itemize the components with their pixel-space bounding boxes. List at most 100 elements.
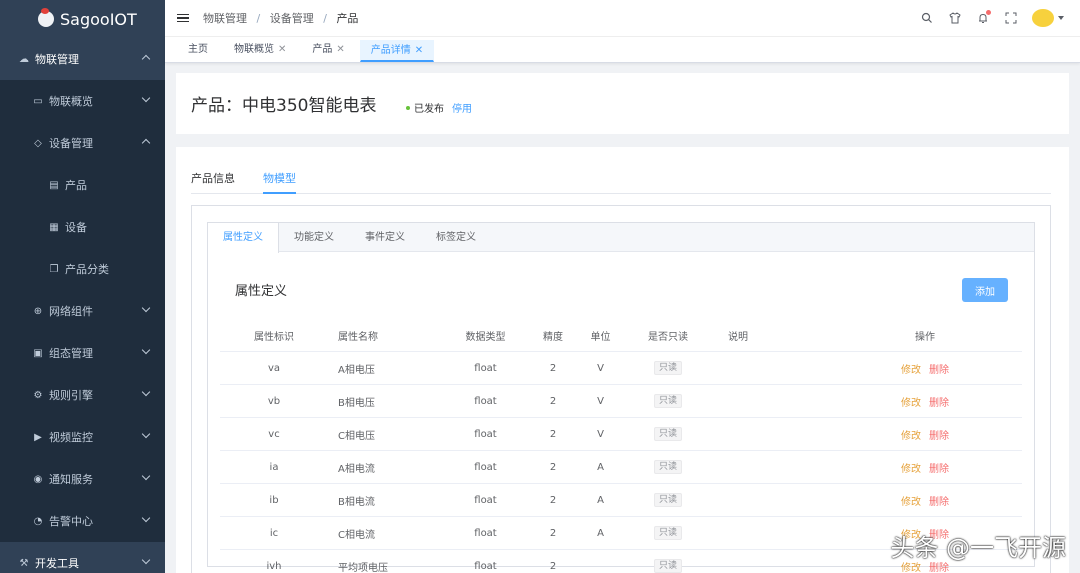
column-header: 属性名称 [338, 331, 378, 343]
table-cell: 2 [549, 560, 557, 572]
search-icon[interactable] [920, 11, 934, 25]
sidebar: SagooIOT ☁ 物联管理 ▭ 物联概览 ◇ 设备管理 ▤ 产品 ▦ 设备 ❐ 产品分类 ⊕ 网络组件… [0, 0, 165, 573]
column-header: 单位 [590, 331, 611, 343]
delete-link[interactable]: 删除 [929, 497, 949, 508]
sidebar-item[interactable]: ◇ 设备管理 [0, 122, 165, 164]
add-button[interactable]: 添加 [962, 278, 1008, 302]
video-icon: ▶ [34, 431, 42, 443]
table-cell: 2 [549, 362, 557, 374]
cloud-icon: ☁ [19, 53, 29, 65]
edit-link[interactable]: 修改 [901, 398, 921, 409]
column-header: 属性标识 [254, 331, 294, 343]
theme-shirt-icon[interactable] [948, 11, 962, 25]
monitor-icon: ▭ [33, 95, 43, 107]
table-cell: 2 [549, 428, 557, 440]
edit-link[interactable]: 修改 [901, 497, 921, 508]
sidebar-item[interactable]: ▭ 物联概览 [0, 80, 165, 122]
readonly-tag: 只读 [653, 361, 682, 375]
disable-link[interactable]: 停用 [452, 100, 472, 115]
table-header: 属性标识 属性名称 数据类型 精度 单位 是否只读 说明 操作 [220, 319, 1022, 352]
sidebar-item-label: 开发工具 [35, 557, 79, 570]
table-cell: ivh [266, 560, 282, 572]
tab-thing-model[interactable]: 物模型 [263, 172, 296, 194]
table-cell: 平均项电压 [338, 562, 388, 573]
table-cell: V [597, 428, 604, 440]
sidebar-item-label: 物联管理 [35, 53, 79, 66]
section-title: 属性定义 [235, 284, 288, 299]
table-cell: float [474, 461, 497, 473]
table-cell: 修改 删除 [828, 394, 1022, 409]
column-header: 精度 [543, 331, 563, 343]
tags-view: 主页 物联概览 ✕ 产品 ✕ 产品详情 ✕ [165, 37, 1080, 63]
table-cell: 2 [549, 494, 557, 506]
table-cell: ia [269, 461, 279, 473]
sidebar-item-label: 规则引擎 [49, 389, 93, 402]
sidebar-item[interactable]: ⚒ 开发工具 [0, 542, 165, 573]
breadcrumb-item[interactable]: 设备管理 [270, 12, 314, 25]
device-icon: ▦ [49, 221, 59, 233]
sidebar-item[interactable]: ⊕ 网络组件 [0, 290, 165, 332]
table-cell: B相电流 [338, 496, 375, 508]
breadcrumb-item[interactable]: 物联管理 [203, 12, 247, 25]
table-cell: 修改 删除 [828, 460, 1022, 475]
product-icon: ▤ [49, 179, 59, 191]
tag-item[interactable]: 主页 [177, 38, 219, 60]
bell-icon[interactable] [976, 10, 991, 25]
breadcrumb-separator: / [256, 12, 261, 25]
table-cell: 修改 删除 [828, 427, 1022, 442]
close-icon[interactable]: ✕ [278, 39, 286, 60]
caret-down-icon [1058, 16, 1064, 20]
sidebar-item-label: 视频监控 [49, 431, 93, 444]
network-icon: ⊕ [33, 305, 43, 317]
definition-tab[interactable]: 事件定义 [350, 223, 421, 252]
table-cell: 2 [549, 395, 557, 407]
edit-link[interactable]: 修改 [901, 365, 921, 376]
sidebar-item[interactable]: ◉ 通知服务 [0, 458, 165, 500]
sidebar-item[interactable]: ▦ 设备 [0, 206, 165, 248]
fullscreen-icon[interactable] [1004, 11, 1018, 25]
tab-product-info[interactable]: 产品信息 [191, 172, 235, 194]
product-header: 产品：中电350智能电表 已发布 停用 [176, 73, 1069, 134]
delete-link[interactable]: 删除 [929, 431, 949, 442]
definition-tab[interactable]: 属性定义 [208, 223, 279, 253]
edit-link[interactable]: 修改 [901, 563, 921, 573]
table-cell: 2 [549, 527, 557, 539]
readonly-tag: 只读 [653, 559, 682, 573]
table-cell: 只读 [628, 526, 708, 540]
sidebar-item[interactable]: ▤ 产品 [0, 164, 165, 206]
sidebar-item[interactable]: ❐ 产品分类 [0, 248, 165, 290]
sidebar-item[interactable]: ▶ 视频监控 [0, 416, 165, 458]
table-cell: float [474, 428, 497, 440]
close-icon[interactable]: ✕ [415, 40, 423, 61]
definition-tab[interactable]: 功能定义 [279, 223, 350, 252]
delete-link[interactable]: 删除 [929, 464, 949, 475]
close-icon[interactable]: ✕ [336, 39, 344, 60]
sidebar-item-label: 设备 [65, 221, 87, 234]
edit-link[interactable]: 修改 [901, 431, 921, 442]
table-cell: V [597, 362, 604, 374]
tag-item[interactable]: 物联概览 ✕ [223, 38, 297, 60]
tag-item[interactable]: 产品详情 ✕ [359, 40, 435, 62]
delete-link[interactable]: 删除 [929, 398, 949, 409]
edit-link[interactable]: 修改 [901, 464, 921, 475]
user-menu[interactable] [1032, 9, 1064, 27]
sidebar-item[interactable]: ☁ 物联管理 [0, 38, 165, 80]
tag-item[interactable]: 产品 ✕ [301, 38, 355, 60]
readonly-tag: 只读 [653, 493, 682, 507]
delete-link[interactable]: 删除 [929, 365, 949, 376]
sidebar-item[interactable]: ⚙ 规则引擎 [0, 374, 165, 416]
hamburger-icon[interactable] [177, 12, 189, 25]
sidebar-item[interactable]: ▣ 组态管理 [0, 332, 165, 374]
column-header: 说明 [728, 331, 748, 343]
table-cell: A [597, 494, 604, 506]
breadcrumb: 物联管理 / 设备管理 / 产品 [203, 10, 358, 26]
chevron-down-icon [141, 345, 151, 355]
sidebar-item[interactable]: ◔ 告警中心 [0, 500, 165, 542]
logo[interactable]: SagooIOT [0, 0, 165, 38]
definition-panel: 属性定义 功能定义 事件定义 标签定义 属性定义 添加 属性标识 属性名称 数据类型 精度单… [207, 222, 1035, 573]
delete-link[interactable]: 删除 [929, 563, 949, 573]
table-cell: A [597, 461, 604, 473]
chevron-up-icon [141, 138, 151, 148]
logo-icon [38, 8, 54, 27]
definition-tab[interactable]: 标签定义 [421, 223, 492, 252]
